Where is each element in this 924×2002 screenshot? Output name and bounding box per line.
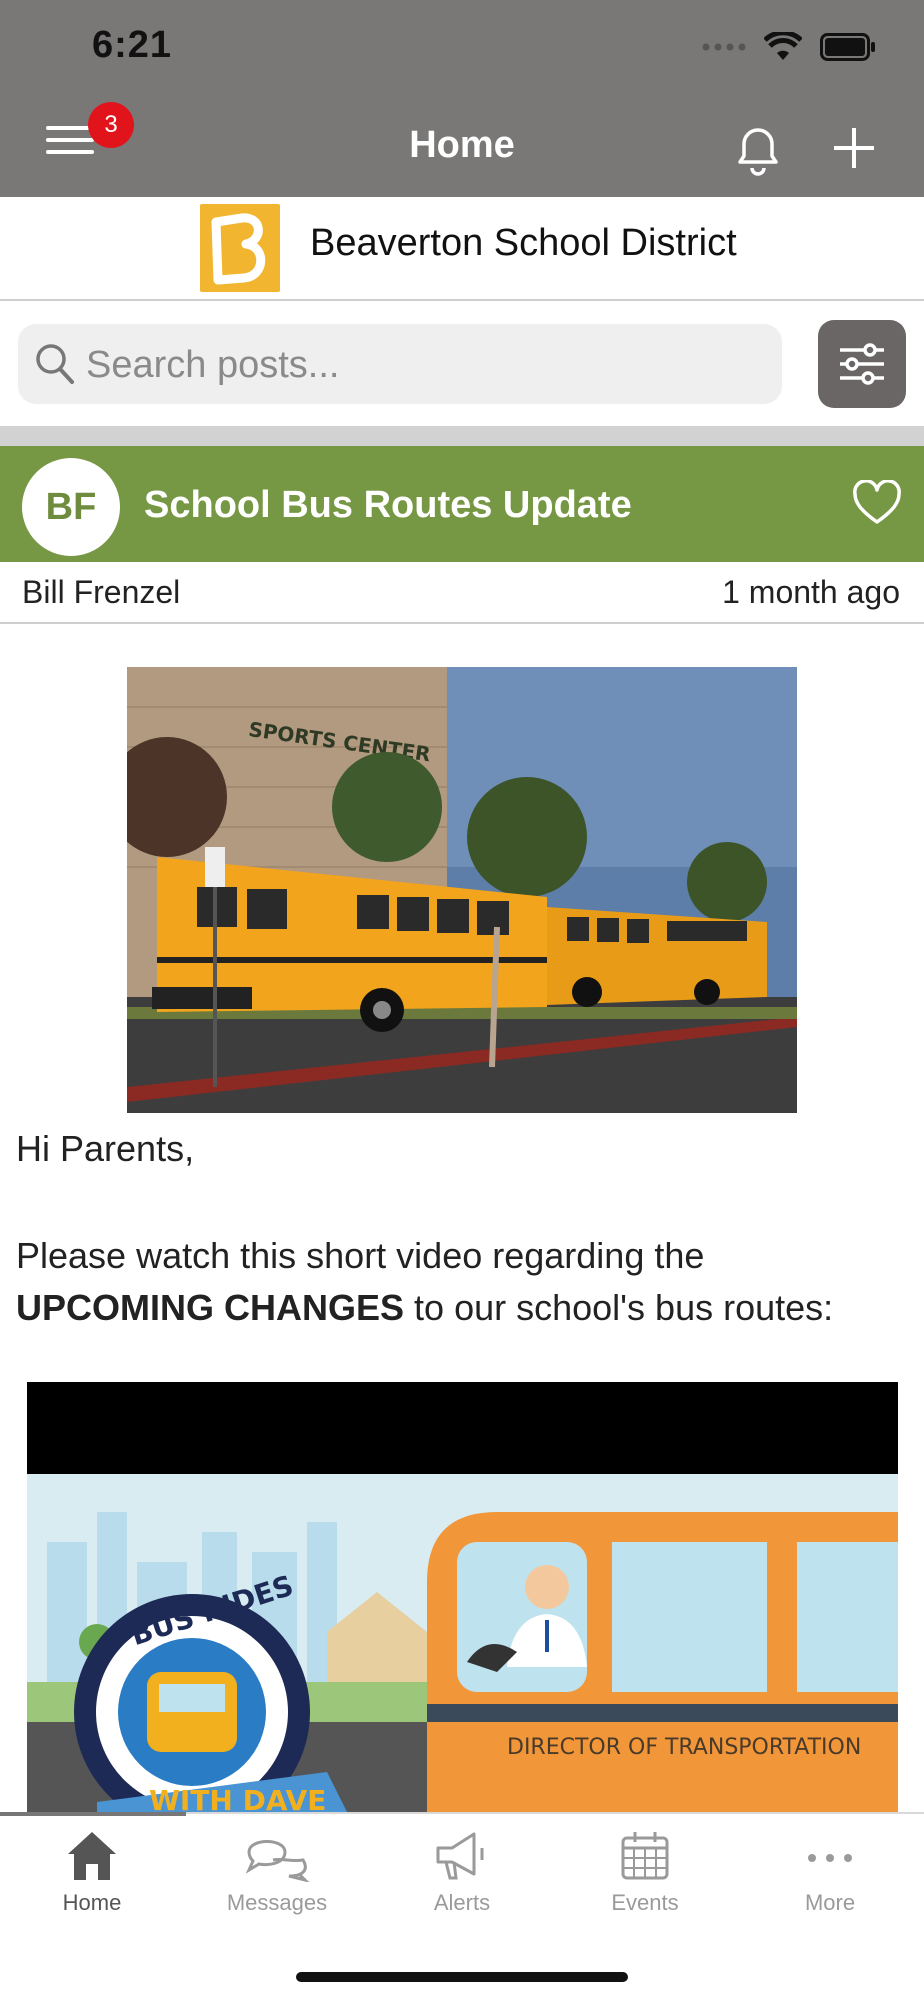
school-bus-photo: SPORTS CENTER [107,667,797,1113]
home-indicator [296,1972,628,1982]
post-body: Please watch this short video regarding … [16,1230,916,1334]
tab-events[interactable]: Events [553,1830,737,1930]
post-photo[interactable]: SPORTS CENTER [107,667,797,1113]
search-bar[interactable] [18,324,782,406]
megaphone-icon [436,1832,484,1880]
bell-icon [738,128,778,176]
sliders-icon [840,343,884,385]
tab-alerts[interactable]: Alerts [370,1830,554,1930]
home-icon [68,1832,116,1880]
messages-icon [245,1840,310,1882]
post-timestamp: 1 month ago [722,574,900,610]
notifications-button[interactable] [730,118,786,183]
search-icon [36,344,74,384]
tab-label-alerts: Alerts [433,1890,491,1915]
post-body-text-end: to our school's bus routes: [414,1287,834,1328]
tab-label-events: Events [611,1890,679,1915]
author-avatar: BF [22,458,120,556]
heart-icon [853,479,901,524]
video-badge-bottom: WITH DAVE [149,1784,326,1812]
video-preview: DIRECTOR OF TRANSPORTATION BUS RIDES WIT… [27,1382,898,1812]
district-name: Beaverton School District [310,222,737,264]
tab-home[interactable]: Home [0,1830,184,1930]
section-divider [0,426,924,446]
calendar-icon [621,1832,669,1880]
district-logo-b-icon [211,213,266,285]
status-time: 6:21 [92,24,173,66]
tab-label-messages: Messages [226,1890,328,1915]
post-body-emphasis: UPCOMING CHANGES [16,1287,405,1328]
cellular-signal-icon [702,43,746,51]
status-icons [702,32,876,62]
battery-icon [820,33,875,61]
post-greeting: Hi Parents, [16,1128,195,1169]
filter-button[interactable] [818,320,906,408]
active-tab-indicator [0,1812,186,1816]
post-body-text: Please watch this short video regarding … [16,1235,705,1276]
tab-more[interactable]: More [738,1830,922,1930]
plus-icon [834,128,874,168]
tab-label-home: Home [62,1890,122,1915]
video-bus-caption: DIRECTOR OF TRANSPORTATION [507,1735,861,1760]
like-button[interactable] [852,479,902,531]
district-logo [200,204,280,292]
create-post-button[interactable] [828,118,880,183]
meta-divider [0,622,924,624]
tab-label-more: More [804,1890,856,1915]
more-icon [808,1854,852,1862]
video-thumbnail[interactable]: DIRECTOR OF TRANSPORTATION BUS RIDES WIT… [27,1382,898,1812]
search-input[interactable] [84,324,768,406]
wifi-icon [764,32,802,60]
tab-messages[interactable]: Messages [185,1830,369,1930]
post-title[interactable]: School Bus Routes Update [144,484,632,527]
post-author: Bill Frenzel [22,574,181,610]
